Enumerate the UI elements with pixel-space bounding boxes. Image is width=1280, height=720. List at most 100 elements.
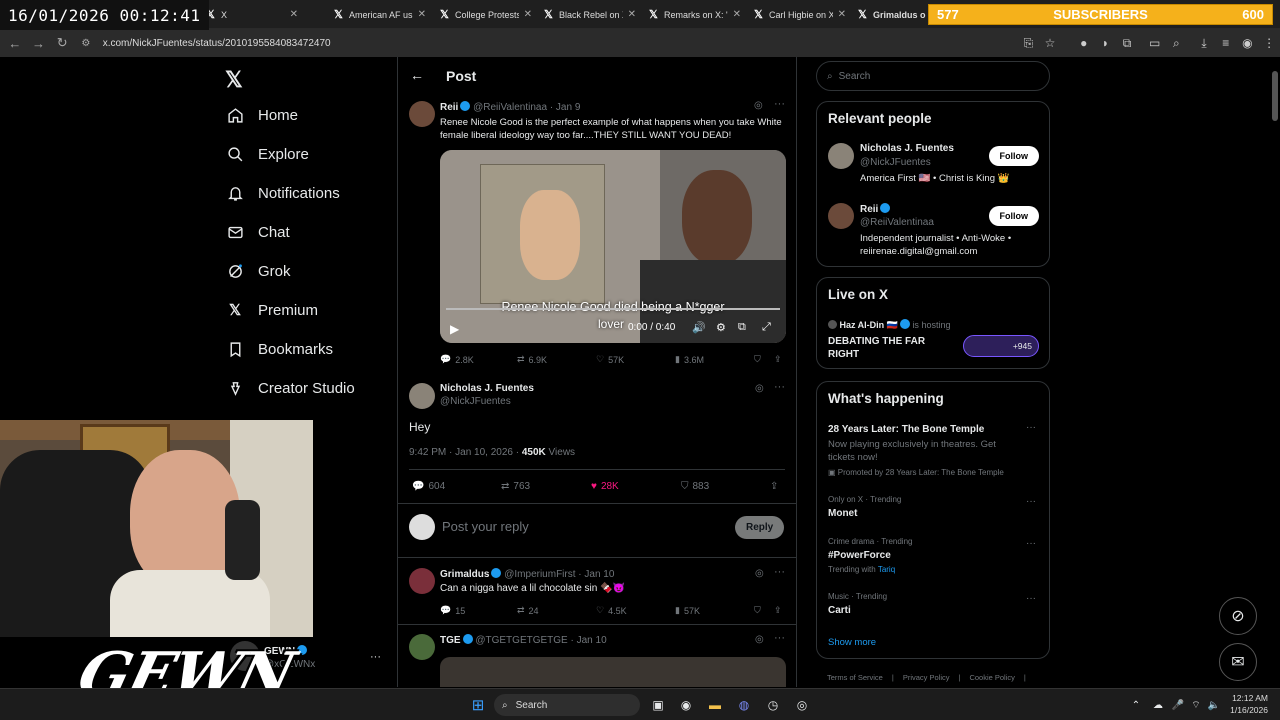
close-icon[interactable]: ✕ bbox=[838, 9, 846, 20]
nav-bookmarks[interactable]: Bookmarks bbox=[226, 340, 333, 358]
views-action[interactable]: ▮ 57K bbox=[675, 605, 700, 616]
reply-action[interactable]: 💬 15 bbox=[440, 605, 465, 616]
author-name[interactable]: TGE bbox=[440, 635, 461, 646]
more-icon[interactable]: ··· bbox=[1026, 593, 1036, 604]
wifi-icon[interactable]: ⌔ bbox=[1186, 695, 1206, 715]
trend-topic[interactable]: #PowerForce bbox=[828, 550, 891, 561]
taskbar-search[interactable]: ⌕ Search bbox=[494, 694, 640, 716]
nav-chat[interactable]: Chat bbox=[226, 223, 290, 241]
author-name[interactable]: Nicholas J. Fuentes bbox=[440, 383, 534, 394]
repost-action[interactable]: ⇄ 6.9K bbox=[517, 354, 547, 365]
avatar[interactable] bbox=[409, 101, 435, 127]
discord-icon[interactable]: ◍ bbox=[734, 695, 754, 715]
menu-kebab-icon[interactable]: ⋮ bbox=[1258, 36, 1280, 50]
bookmark-icon[interactable]: ⛉ bbox=[754, 354, 761, 365]
person-name[interactable]: Nicholas J. Fuentes bbox=[860, 143, 954, 154]
footer-link[interactable]: Privacy Policy bbox=[903, 673, 950, 682]
repost-action[interactable]: ⇄ 763 bbox=[501, 481, 530, 492]
like-action[interactable]: ♥ 28K bbox=[591, 481, 619, 492]
post-date[interactable]: · Jan 10 bbox=[571, 635, 607, 646]
browser-tab[interactable]: 𝕏 College Protests ✕ bbox=[434, 4, 538, 25]
fullscreen-icon[interactable]: ⤢ bbox=[762, 321, 771, 334]
reply-action[interactable]: 💬 2.8K bbox=[440, 354, 474, 365]
nav-premium[interactable]: 𝕏 Premium bbox=[226, 301, 318, 320]
more-icon[interactable]: ··· bbox=[774, 381, 785, 393]
reply-input[interactable]: Post your reply bbox=[442, 519, 529, 534]
bookmark-icon[interactable]: ⛉ bbox=[754, 605, 761, 616]
file-explorer-icon[interactable]: ▬ bbox=[705, 695, 725, 715]
bookmark-action[interactable]: ⛉ 883 bbox=[681, 481, 709, 492]
grok-icon[interactable]: ◎ bbox=[755, 383, 764, 394]
author-handle[interactable]: @TGETGETGETGE bbox=[475, 635, 567, 646]
footer-link[interactable]: Terms of Service bbox=[827, 673, 883, 682]
follow-button[interactable]: Follow bbox=[988, 146, 1039, 166]
listeners-badge[interactable]: +945 bbox=[963, 335, 1039, 357]
post-date[interactable]: · Jan 10 bbox=[578, 569, 614, 580]
browser-tab[interactable]: 𝕏 Carl Higbie on X ✕ bbox=[748, 4, 852, 25]
avatar[interactable] bbox=[828, 203, 854, 229]
more-icon[interactable]: ··· bbox=[1026, 422, 1036, 433]
chrome-icon[interactable]: ◉ bbox=[676, 695, 696, 715]
install-icon[interactable]: ⎘ bbox=[1018, 36, 1040, 51]
more-icon[interactable]: ··· bbox=[1026, 496, 1036, 507]
scrollbar[interactable] bbox=[1272, 71, 1278, 121]
more-icon[interactable]: ··· bbox=[774, 566, 785, 578]
trend-with-link[interactable]: Tariq bbox=[878, 565, 895, 574]
nav-notifications[interactable]: Notifications bbox=[226, 184, 340, 202]
close-icon[interactable]: ✕ bbox=[290, 9, 298, 20]
system-clock[interactable]: 12:12 AM 1/16/2026 bbox=[1226, 692, 1268, 716]
browser-tab[interactable]: 𝕏 Grimaldus on bbox=[852, 4, 932, 25]
post-timestamp[interactable]: 9:42 PM · Jan 10, 2026 · bbox=[409, 447, 519, 458]
settings-gear-icon[interactable]: ⚙ bbox=[716, 321, 726, 334]
extensions-puzzle-icon[interactable]: ⧉ bbox=[1116, 36, 1138, 51]
profile-avatar[interactable]: ◉ bbox=[1237, 36, 1259, 50]
views-action[interactable]: ▮ 3.6M bbox=[675, 354, 704, 365]
video-player[interactable]: Renee Nicole Good died being a N*gger lo… bbox=[440, 150, 786, 343]
mail-icon[interactable]: ✉ bbox=[1219, 643, 1257, 681]
author-handle[interactable]: @NickJFuentes bbox=[440, 396, 511, 407]
close-icon[interactable]: ✕ bbox=[524, 9, 532, 20]
bookmark-star-icon[interactable]: ☆ bbox=[1039, 36, 1061, 50]
share-icon[interactable]: ⇪ bbox=[774, 605, 782, 616]
nav-home[interactable]: Home bbox=[226, 106, 298, 124]
reply-button[interactable]: Reply bbox=[735, 516, 785, 539]
more-icon[interactable]: ··· bbox=[774, 98, 785, 110]
grok-icon[interactable]: ⊘ bbox=[1219, 597, 1257, 635]
speaker-icon[interactable]: 🔈 bbox=[1204, 695, 1224, 715]
show-more-link[interactable]: Show more bbox=[828, 637, 876, 648]
cloud-icon[interactable]: ☁ bbox=[1148, 695, 1168, 715]
like-action[interactable]: ♡ 57K bbox=[596, 354, 624, 365]
volume-icon[interactable]: 🔊 bbox=[692, 321, 706, 334]
close-icon[interactable]: ✕ bbox=[628, 9, 636, 20]
tab-search-icon[interactable]: ⌕ bbox=[1166, 36, 1188, 51]
like-action[interactable]: ♡ 4.5K bbox=[596, 605, 627, 616]
nav-creator-studio[interactable]: Creator Studio bbox=[226, 379, 355, 397]
space-title[interactable]: DEBATING THE FAR RIGHT bbox=[828, 335, 938, 361]
clock-app-icon[interactable]: ◷ bbox=[763, 695, 783, 715]
trend-topic[interactable]: Carti bbox=[828, 605, 851, 616]
nav-grok[interactable]: Grok bbox=[226, 262, 291, 280]
audio-icon[interactable]: ◗ bbox=[1095, 36, 1117, 50]
share-icon[interactable]: ⇪ bbox=[770, 481, 778, 492]
browser-tab[interactable]: 𝕏 American AF us ✕ bbox=[328, 4, 432, 25]
post-image[interactable] bbox=[440, 657, 786, 687]
browser-tab[interactable]: 𝕏 Black Rebel on X ✕ bbox=[538, 4, 642, 25]
share-icon[interactable]: ⇪ bbox=[774, 354, 782, 365]
extension-icon[interactable]: ● bbox=[1073, 36, 1095, 50]
back-arrow-icon[interactable]: ← bbox=[4, 36, 26, 51]
url-field[interactable]: x.com/NickJFuentes/status/20101955840834… bbox=[103, 38, 898, 49]
search-input[interactable]: ⌕ Search bbox=[816, 61, 1050, 91]
download-icon[interactable]: ⤓ bbox=[1193, 36, 1215, 51]
author-name[interactable]: Grimaldus bbox=[440, 569, 489, 580]
pip-icon[interactable]: ⧉ bbox=[738, 321, 746, 334]
close-icon[interactable]: ✕ bbox=[733, 9, 741, 20]
more-icon[interactable]: ··· bbox=[370, 651, 381, 663]
promo-title[interactable]: 28 Years Later: The Bone Temple bbox=[828, 424, 984, 435]
grok-icon[interactable]: ◎ bbox=[755, 568, 764, 579]
chevron-up-icon[interactable]: ⌃ bbox=[1126, 695, 1146, 715]
sidebar-icon[interactable]: ▭ bbox=[1144, 36, 1166, 50]
avatar[interactable] bbox=[409, 383, 435, 409]
more-icon[interactable]: ··· bbox=[1026, 538, 1036, 549]
browser-tab[interactable]: 𝕏 Remarks on X: " ✕ bbox=[643, 4, 747, 25]
forward-arrow-icon[interactable]: → bbox=[28, 36, 50, 51]
